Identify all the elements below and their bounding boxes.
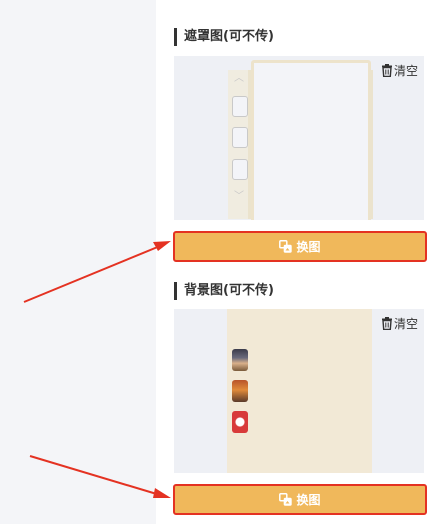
- arrowhead: [153, 488, 171, 498]
- annotation-arrows: [23, 241, 171, 498]
- arrow-to-mask-swap: [23, 245, 161, 303]
- arrow-to-background-swap: [29, 455, 161, 496]
- arrowhead: [153, 241, 171, 251]
